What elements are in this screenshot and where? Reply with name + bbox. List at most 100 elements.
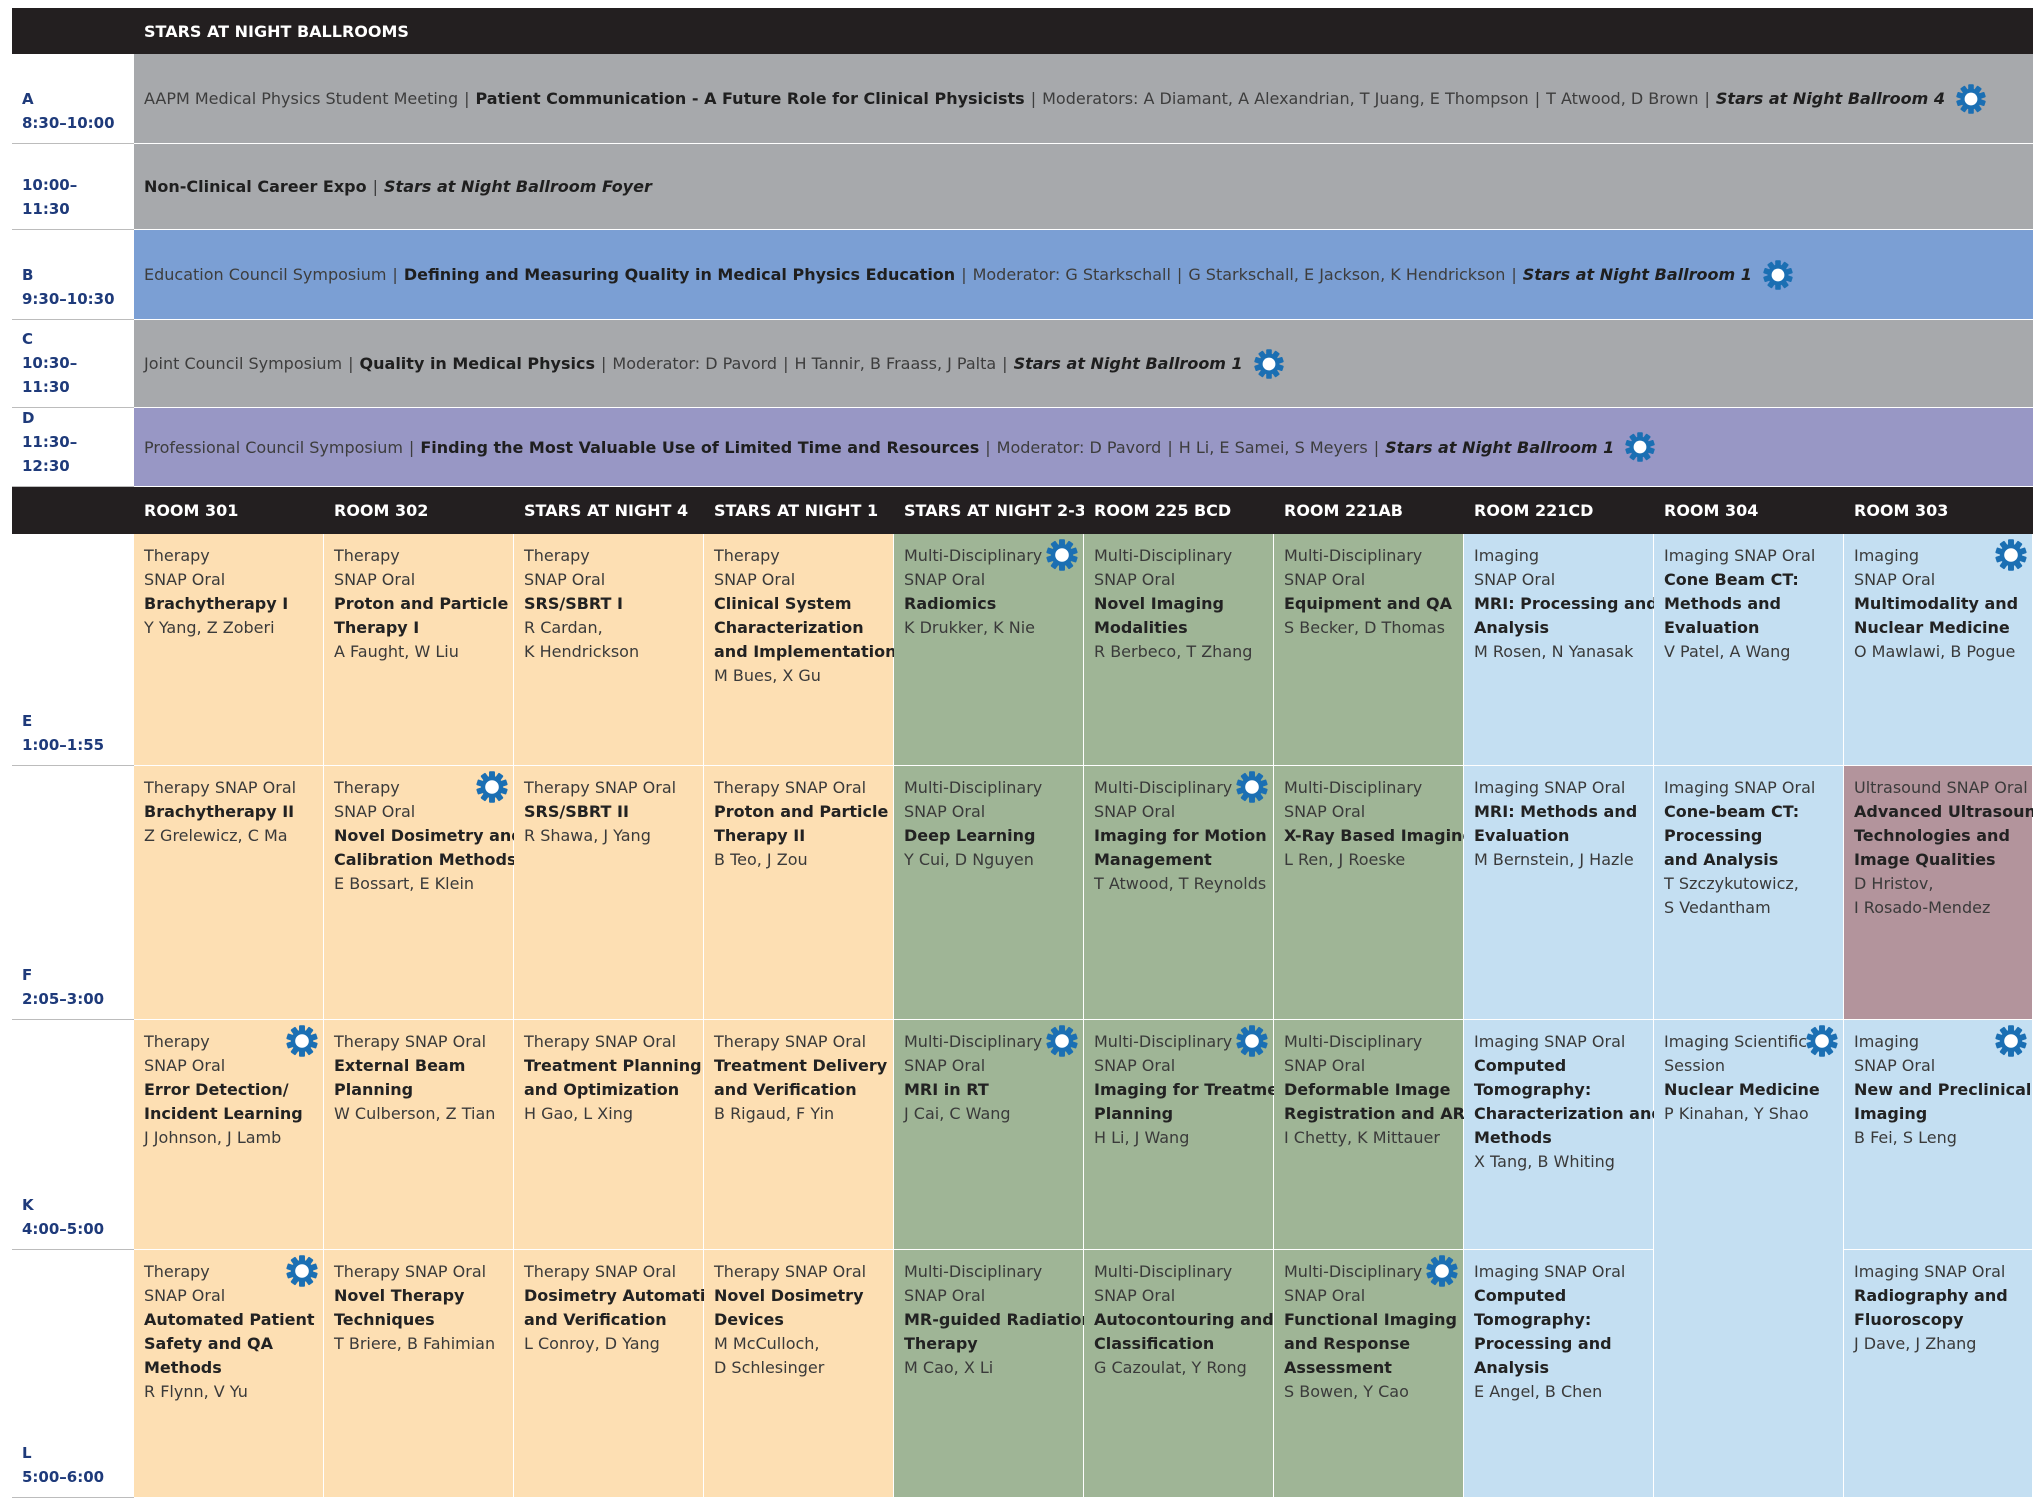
session-cell[interactable]: Ultrasound SNAP Oral Advanced Ultrasound T… xyxy=(1844,766,2033,1020)
session-type: Multi-Disciplinary xyxy=(1284,778,1423,797)
band-session-type: AAPM Medical Physics Student Meeting xyxy=(144,89,459,108)
band-session-speakers: H Tannir, B Fraass, J Palta xyxy=(794,354,997,373)
session-title: MR-guided Radiation xyxy=(904,1310,1093,1329)
session-cell[interactable]: Imaging SNAP Oral Cone-beam CT: Processing… xyxy=(1654,766,1844,1020)
session-cell[interactable]: Multi-Disciplinary SNAP Oral Deep Learning… xyxy=(894,766,1084,1020)
session-cell[interactable]: Multi-Disciplinary SNAP Oral Deformable Im… xyxy=(1274,1020,1475,1250)
session-title: Methods xyxy=(144,1358,222,1377)
session-title: Radiography and xyxy=(1854,1286,2008,1305)
room-header: ROOM 303 xyxy=(1844,487,2033,534)
session-cell[interactable]: Therapy SNAP Oral Novel Dosimetry and Calib… xyxy=(324,766,523,1020)
session-title: Assessment xyxy=(1284,1358,1392,1377)
session-title: Novel Therapy xyxy=(334,1286,465,1305)
band-session[interactable]: Non-Clinical Career Expo | Stars at Night … xyxy=(134,144,2033,230)
session-title: Technologies and xyxy=(1854,826,2010,845)
gear-icon xyxy=(1994,538,2028,572)
session-title: Automated Patient xyxy=(144,1310,315,1329)
session-cell[interactable]: Therapy SNAP Oral Dosimetry Automation and… xyxy=(514,1250,728,1498)
session-cell[interactable]: Therapy SNAP Oral Brachytherapy II Z Grele… xyxy=(134,766,324,1020)
session-cell[interactable]: Therapy SNAP Oral Brachytherapy I Y Yang, Z… xyxy=(134,534,324,766)
gear-icon xyxy=(1805,1024,1839,1058)
session-cell[interactable]: Multi-Disciplinary SNAP Oral MR-guided Rad… xyxy=(894,1250,1093,1498)
session-title: Deep Learning xyxy=(904,826,1036,845)
session-cell[interactable]: Imaging SNAP Oral Multimodality and Nuclear… xyxy=(1844,534,2033,766)
session-cell[interactable]: Imaging SNAP Oral New and Preclinical Imagi… xyxy=(1844,1020,2033,1250)
session-cell[interactable]: Imaging SNAP Oral MRI: Methods and Evaluat… xyxy=(1464,766,1654,1020)
session-type: Therapy xyxy=(524,546,590,565)
session-cell[interactable]: Multi-Disciplinary SNAP Oral Functional Im… xyxy=(1274,1250,1464,1498)
session-title: Error Detection/ xyxy=(144,1080,289,1099)
session-title: Characterization xyxy=(714,618,864,637)
session-title: MRI: Methods and xyxy=(1474,802,1638,821)
session-cell[interactable]: Multi-Disciplinary SNAP Oral Imaging for T… xyxy=(1084,1020,1298,1250)
session-cell[interactable]: Imaging SNAP Oral Cone Beam CT: Methods an… xyxy=(1654,534,1844,766)
band-session[interactable]: Joint Council Symposium | Quality in Medic… xyxy=(134,320,2033,408)
session-cell[interactable]: Therapy SNAP Oral Proton and Particle Ther… xyxy=(704,766,894,1020)
session-cell[interactable]: Therapy SNAP Oral External Beam Planning W … xyxy=(324,1020,514,1250)
session-type: SNAP Oral xyxy=(1284,1056,1366,1075)
session-speakers: J Cai, C Wang xyxy=(904,1104,1011,1123)
session-type: SNAP Oral xyxy=(1474,570,1556,589)
session-cell[interactable]: Therapy SNAP Oral Automated Patient Safety … xyxy=(134,1250,324,1498)
session-cell[interactable]: Multi-Disciplinary SNAP Oral Equipment and… xyxy=(1274,534,1464,766)
session-cell[interactable]: Multi-Disciplinary SNAP Oral Novel Imaging… xyxy=(1084,534,1274,766)
session-title: Techniques xyxy=(334,1310,435,1329)
session-cell[interactable]: Therapy SNAP Oral Treatment Delivery and V… xyxy=(704,1020,894,1250)
session-cell[interactable]: Imaging SNAP Oral Computed Tomography: Char… xyxy=(1464,1020,1663,1250)
gear-icon xyxy=(1955,83,1987,115)
room-header-label: ROOM 301 xyxy=(144,501,239,520)
time-slot-time: 10:30–11:30 xyxy=(22,354,78,396)
band-session[interactable]: AAPM Medical Physics Student Meeting | Pat… xyxy=(134,54,2033,144)
band-session-location: Stars at Night Ballroom 1 xyxy=(1385,437,1615,457)
band-session-type: Education Council Symposium xyxy=(144,265,387,284)
band-session[interactable]: Education Council Symposium | Defining and… xyxy=(134,230,2033,320)
session-title: Therapy I xyxy=(334,618,420,637)
session-cell[interactable]: Multi-Disciplinary SNAP Oral X-Ray Based I… xyxy=(1274,766,1474,1020)
session-title: Nuclear Medicine xyxy=(1664,1080,1820,1099)
gear-icon xyxy=(1045,1024,1079,1058)
session-title: MRI in RT xyxy=(904,1080,989,1099)
band-session[interactable]: Professional Council Symposium | Finding t… xyxy=(134,408,2033,487)
session-cell[interactable]: Multi-Disciplinary SNAP Oral Autocontourin… xyxy=(1084,1250,1274,1498)
time-slot-letter: A xyxy=(22,90,34,108)
session-type: Therapy SNAP Oral xyxy=(334,1262,487,1281)
session-speakers: W Culberson, Z Tian xyxy=(334,1104,496,1123)
session-speakers: P Kinahan, Y Shao xyxy=(1664,1104,1809,1123)
session-cell[interactable]: Therapy SNAP Oral Treatment Planning and O… xyxy=(514,1020,704,1250)
session-speakers: O Mawlawi, B Pogue xyxy=(1854,642,2016,661)
room-header-label: ROOM 303 xyxy=(1854,501,1949,520)
session-speakers: B Rigaud, F Yin xyxy=(714,1104,835,1123)
session-type: Multi-Disciplinary xyxy=(1094,546,1233,565)
session-speakers: I Rosado-Mendez xyxy=(1854,898,1991,917)
session-cell[interactable]: Imaging SNAP Oral Computed Tomography: Proc… xyxy=(1464,1250,1654,1498)
time-slot-letter: F xyxy=(22,966,33,984)
session-type: Therapy xyxy=(334,546,400,565)
time-slot: B 9:30–10:30 xyxy=(12,230,134,320)
session-type: Therapy SNAP Oral xyxy=(334,1032,487,1051)
session-title: Deformable Image xyxy=(1284,1080,1451,1099)
session-title: Devices xyxy=(714,1310,784,1329)
session-cell[interactable]: Multi-Disciplinary SNAP Oral MRI in RT J Ca… xyxy=(894,1020,1084,1250)
session-cell[interactable]: Therapy SNAP Oral Novel Therapy Techniques… xyxy=(324,1250,514,1498)
session-speakers: R Berbeco, T Zhang xyxy=(1094,642,1253,661)
session-cell[interactable]: Imaging SNAP Oral MRI: Processing and Analy… xyxy=(1464,534,1658,766)
session-cell[interactable]: Therapy SNAP Oral Novel Dosimetry Devices M… xyxy=(704,1250,894,1498)
session-cell[interactable]: Multi-Disciplinary SNAP Oral Imaging for M… xyxy=(1084,766,1274,1020)
session-title: Evaluation xyxy=(1664,618,1760,637)
band-session-speakers: H Li, E Samei, S Meyers xyxy=(1178,437,1368,457)
session-type: SNAP Oral xyxy=(1094,1286,1176,1305)
session-cell[interactable]: Therapy SNAP Oral SRS/SBRT I R Cardan, K Hen… xyxy=(514,534,704,766)
session-type: SNAP Oral xyxy=(904,1286,986,1305)
session-cell[interactable]: Therapy SNAP Oral Error Detection/Incident… xyxy=(134,1020,324,1250)
session-cell[interactable]: Imaging SNAP Oral Radiography and Fluorosc… xyxy=(1844,1250,2033,1498)
session-title: Tomography: xyxy=(1474,1310,1592,1329)
session-title: Imaging for Treatment xyxy=(1094,1080,1298,1099)
session-type: Imaging SNAP Oral xyxy=(1474,1262,1626,1281)
session-type: Therapy xyxy=(714,546,780,565)
session-cell[interactable]: Multi-Disciplinary SNAP Oral Radiomics K Dr… xyxy=(894,534,1084,766)
session-cell[interactable]: Imaging Scientific Session Nuclear Medicin… xyxy=(1654,1020,1844,1498)
session-cell[interactable]: Therapy SNAP Oral Clinical System Character… xyxy=(704,534,897,766)
time-slot-time: 4:00–5:00 xyxy=(22,1220,105,1238)
session-cell[interactable]: Therapy SNAP Oral Proton and Particle Thera… xyxy=(324,534,514,766)
session-cell[interactable]: Therapy SNAP Oral SRS/SBRT II R Shawa, J Y… xyxy=(514,766,704,1020)
